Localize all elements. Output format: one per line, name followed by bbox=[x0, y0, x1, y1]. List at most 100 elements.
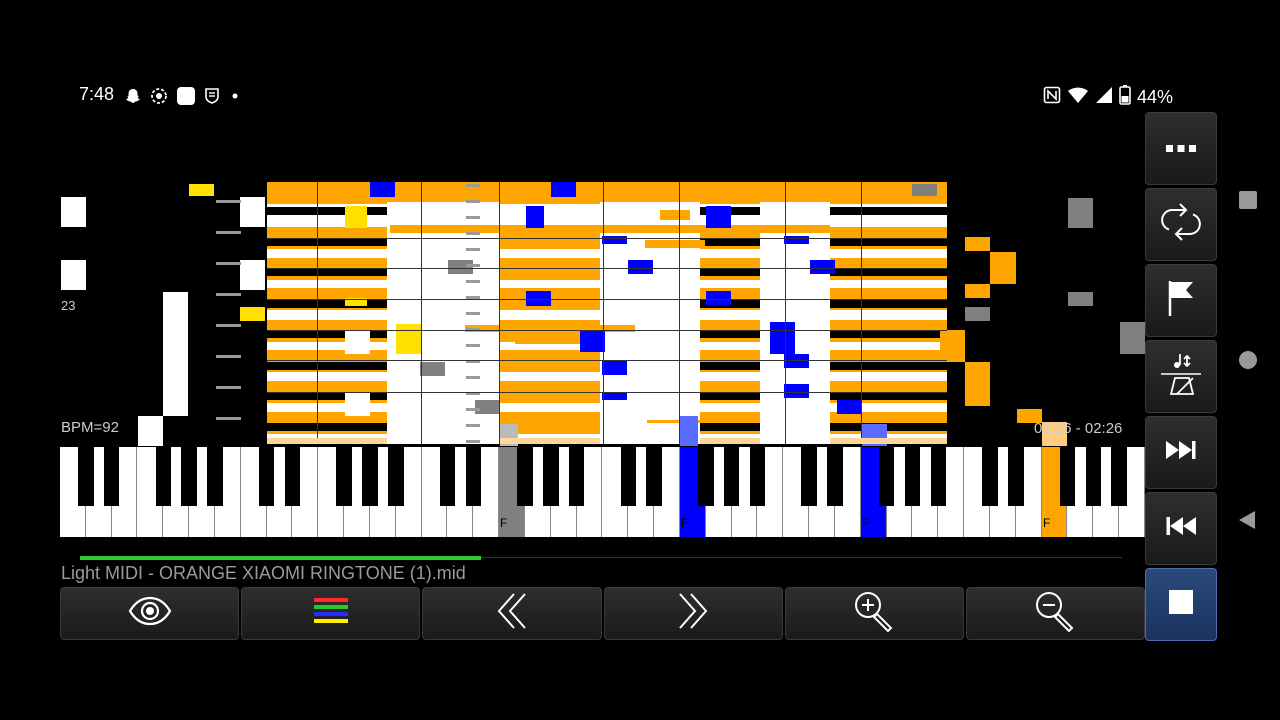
black-key[interactable] bbox=[698, 447, 714, 506]
piano-roll[interactable] bbox=[60, 180, 1145, 446]
status-left-icons bbox=[124, 86, 242, 111]
nav-home-icon[interactable] bbox=[1236, 348, 1260, 372]
black-key[interactable] bbox=[543, 447, 559, 506]
note-block bbox=[216, 231, 241, 234]
note-block bbox=[500, 438, 600, 444]
skip-back-button[interactable] bbox=[1145, 492, 1217, 565]
black-key[interactable] bbox=[155, 447, 172, 506]
rewind-button[interactable] bbox=[422, 587, 602, 640]
loop-button[interactable] bbox=[1145, 188, 1217, 261]
black-key[interactable] bbox=[207, 447, 223, 506]
note-block bbox=[602, 392, 627, 400]
black-key[interactable] bbox=[749, 447, 766, 506]
stop-button[interactable] bbox=[1145, 568, 1217, 641]
time-range: 02:26 - 02:26 bbox=[1034, 420, 1123, 437]
note-block bbox=[138, 416, 163, 446]
black-key[interactable] bbox=[517, 447, 533, 506]
black-key[interactable] bbox=[930, 447, 947, 506]
note-block bbox=[700, 392, 760, 400]
note-block bbox=[628, 260, 653, 274]
note-block bbox=[830, 207, 947, 215]
note-block bbox=[965, 362, 990, 378]
black-key[interactable] bbox=[258, 447, 275, 506]
black-key[interactable] bbox=[801, 447, 817, 506]
note-block bbox=[466, 408, 480, 411]
note-block bbox=[1068, 292, 1093, 306]
piano-keyboard[interactable] bbox=[60, 447, 1145, 537]
note-block bbox=[466, 344, 480, 347]
nav-recents-icon[interactable] bbox=[1236, 188, 1260, 212]
black-key[interactable] bbox=[439, 447, 456, 506]
black-key[interactable] bbox=[362, 447, 378, 506]
black-key[interactable] bbox=[904, 447, 921, 506]
black-key[interactable] bbox=[336, 447, 352, 506]
metronome-button[interactable] bbox=[1145, 340, 1217, 413]
note-block bbox=[189, 184, 214, 196]
tracks-button[interactable] bbox=[241, 587, 421, 640]
black-key[interactable] bbox=[723, 447, 740, 506]
note-block bbox=[267, 299, 947, 300]
forward-button[interactable] bbox=[603, 587, 783, 640]
eye-icon bbox=[128, 596, 172, 631]
flag-button[interactable] bbox=[1145, 264, 1217, 337]
note-block bbox=[267, 362, 387, 370]
note-block bbox=[1068, 198, 1093, 228]
note-block bbox=[216, 386, 241, 389]
battery-icon bbox=[1119, 85, 1131, 110]
black-key[interactable] bbox=[284, 447, 301, 506]
nav-back-icon[interactable] bbox=[1236, 508, 1260, 532]
note-block bbox=[267, 360, 947, 361]
color-bars-icon bbox=[313, 597, 348, 630]
note-block bbox=[830, 423, 947, 431]
screen-record-icon bbox=[150, 87, 168, 110]
black-key[interactable] bbox=[465, 447, 482, 506]
progress-bar bbox=[80, 556, 481, 560]
note-block bbox=[526, 206, 544, 228]
note-block bbox=[700, 268, 760, 276]
note-block bbox=[466, 200, 480, 203]
black-key[interactable] bbox=[982, 447, 998, 506]
note-block bbox=[785, 182, 786, 444]
note-block bbox=[267, 207, 387, 215]
black-key[interactable] bbox=[103, 447, 120, 506]
side-toolbar bbox=[1145, 112, 1217, 644]
note-block bbox=[267, 438, 387, 444]
note-block bbox=[370, 182, 395, 197]
black-key[interactable] bbox=[181, 447, 197, 506]
note-block bbox=[500, 258, 600, 280]
black-key[interactable] bbox=[388, 447, 404, 506]
note-block bbox=[700, 438, 760, 444]
note-block bbox=[499, 182, 500, 444]
visibility-button[interactable] bbox=[60, 587, 240, 640]
menu-button[interactable] bbox=[1145, 112, 1217, 185]
note-block bbox=[466, 216, 480, 219]
note-block bbox=[700, 238, 760, 246]
note-block bbox=[466, 376, 480, 379]
black-key[interactable] bbox=[1008, 447, 1024, 506]
zoom-out-button[interactable] bbox=[965, 587, 1146, 640]
note-block bbox=[420, 362, 445, 376]
black-key[interactable] bbox=[878, 447, 895, 506]
key-label: F bbox=[1043, 516, 1051, 530]
note-block bbox=[551, 182, 576, 197]
black-key[interactable] bbox=[1085, 447, 1102, 506]
note-block bbox=[837, 400, 862, 414]
stop-icon bbox=[1168, 589, 1194, 620]
note-block bbox=[267, 330, 947, 331]
black-key[interactable] bbox=[568, 447, 585, 506]
note-block bbox=[784, 354, 809, 368]
black-key[interactable] bbox=[646, 447, 662, 506]
note-block bbox=[647, 420, 707, 423]
black-key[interactable] bbox=[620, 447, 637, 506]
skip-forward-button[interactable] bbox=[1145, 416, 1217, 489]
black-key[interactable] bbox=[827, 447, 843, 506]
zoom-in-button[interactable] bbox=[784, 587, 964, 640]
note-block bbox=[216, 417, 241, 420]
note-block bbox=[267, 423, 387, 431]
black-key[interactable] bbox=[1059, 447, 1076, 506]
note-block bbox=[770, 322, 795, 354]
note-block bbox=[267, 268, 947, 269]
black-key[interactable] bbox=[1111, 447, 1127, 506]
black-key[interactable] bbox=[78, 447, 94, 506]
note-block bbox=[645, 240, 705, 248]
